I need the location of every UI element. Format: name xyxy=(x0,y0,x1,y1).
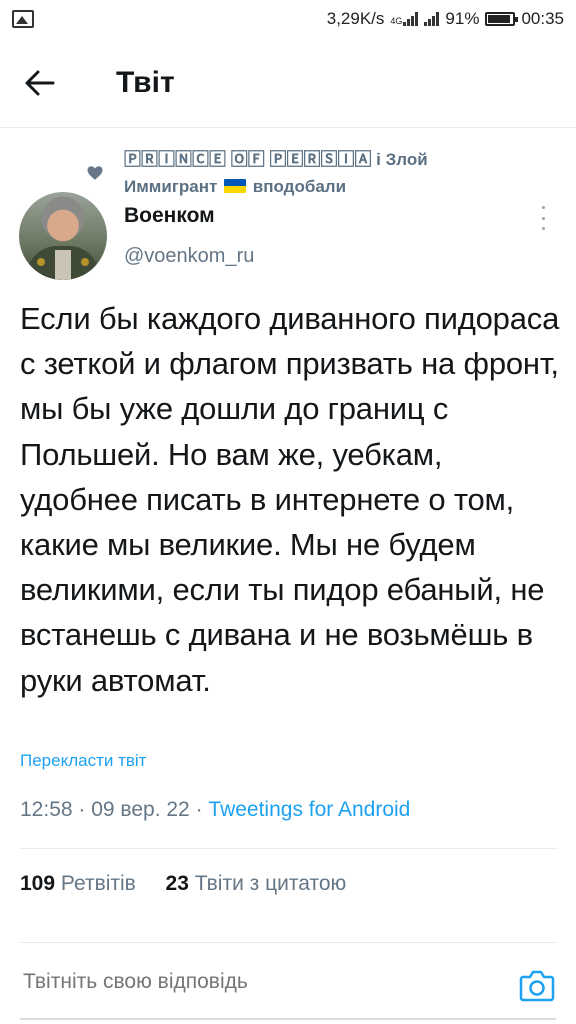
reply-underline xyxy=(20,1018,556,1020)
battery-icon xyxy=(485,12,519,26)
ukraine-flag-icon xyxy=(224,179,247,193)
retweets-stat[interactable]: 109 Ретвітів xyxy=(20,872,136,895)
social-context[interactable]: 🄿🅁🄸🄽🄲🄴 🄾🄵 🄿🄴🅁🅂🄸🄰 і Злой Иммигрант вподоб… xyxy=(87,146,508,200)
translate-tweet-link[interactable]: Перекласти твіт xyxy=(20,751,146,771)
divider xyxy=(20,848,558,849)
avatar[interactable] xyxy=(19,192,107,280)
tweet-date: 09 вер. 22 xyxy=(91,798,190,821)
tweet-metadata: 12:58 · 09 вер. 22 · Tweetings for Andro… xyxy=(20,798,411,821)
network-type: 4G xyxy=(390,16,403,26)
back-button[interactable] xyxy=(0,38,80,128)
camera-button[interactable] xyxy=(519,968,555,1002)
tweet-stats: 109 Ретвітів 23 Твіти з цитатою xyxy=(20,872,346,896)
author-name[interactable]: Военком xyxy=(124,204,215,228)
liked-by-text: 🄿🅁🄸🄽🄲🄴 🄾🄵 🄿🄴🅁🅂🄸🄰 і Злой Иммигрант вподоб… xyxy=(124,150,428,196)
reply-input[interactable] xyxy=(23,970,483,994)
battery-percent: 91% xyxy=(445,9,480,28)
tweet-time: 12:58 xyxy=(20,798,73,821)
image-notification-icon xyxy=(12,10,34,28)
quotes-stat[interactable]: 23 Твіти з цитатою xyxy=(166,872,347,895)
page-title: Твіт xyxy=(116,65,175,99)
app-bar: Твіт xyxy=(0,38,576,128)
reply-bar xyxy=(0,940,576,1024)
clock: 00:35 xyxy=(521,9,564,28)
network-speed: 3,29K/s xyxy=(326,9,385,28)
client-link[interactable]: Tweetings for Android xyxy=(208,798,410,821)
author-handle[interactable]: @voenkom_ru xyxy=(124,245,254,268)
signal-icon xyxy=(403,12,419,26)
heart-icon xyxy=(87,166,103,180)
status-bar: 3,29K/s 4G 91% 00:35 xyxy=(0,0,576,38)
liked-by-user[interactable]: 🄿🅁🄸🄽🄲🄴 🄾🄵 🄿🄴🅁🅂🄸🄰 xyxy=(124,150,371,169)
more-options-icon[interactable] xyxy=(536,206,550,230)
camera-icon xyxy=(519,970,555,1002)
arrow-left-icon xyxy=(25,70,55,95)
tweet-text: Если бы каждого диванного пидораса с зет… xyxy=(20,301,560,698)
signal-icon-2 xyxy=(424,12,440,26)
